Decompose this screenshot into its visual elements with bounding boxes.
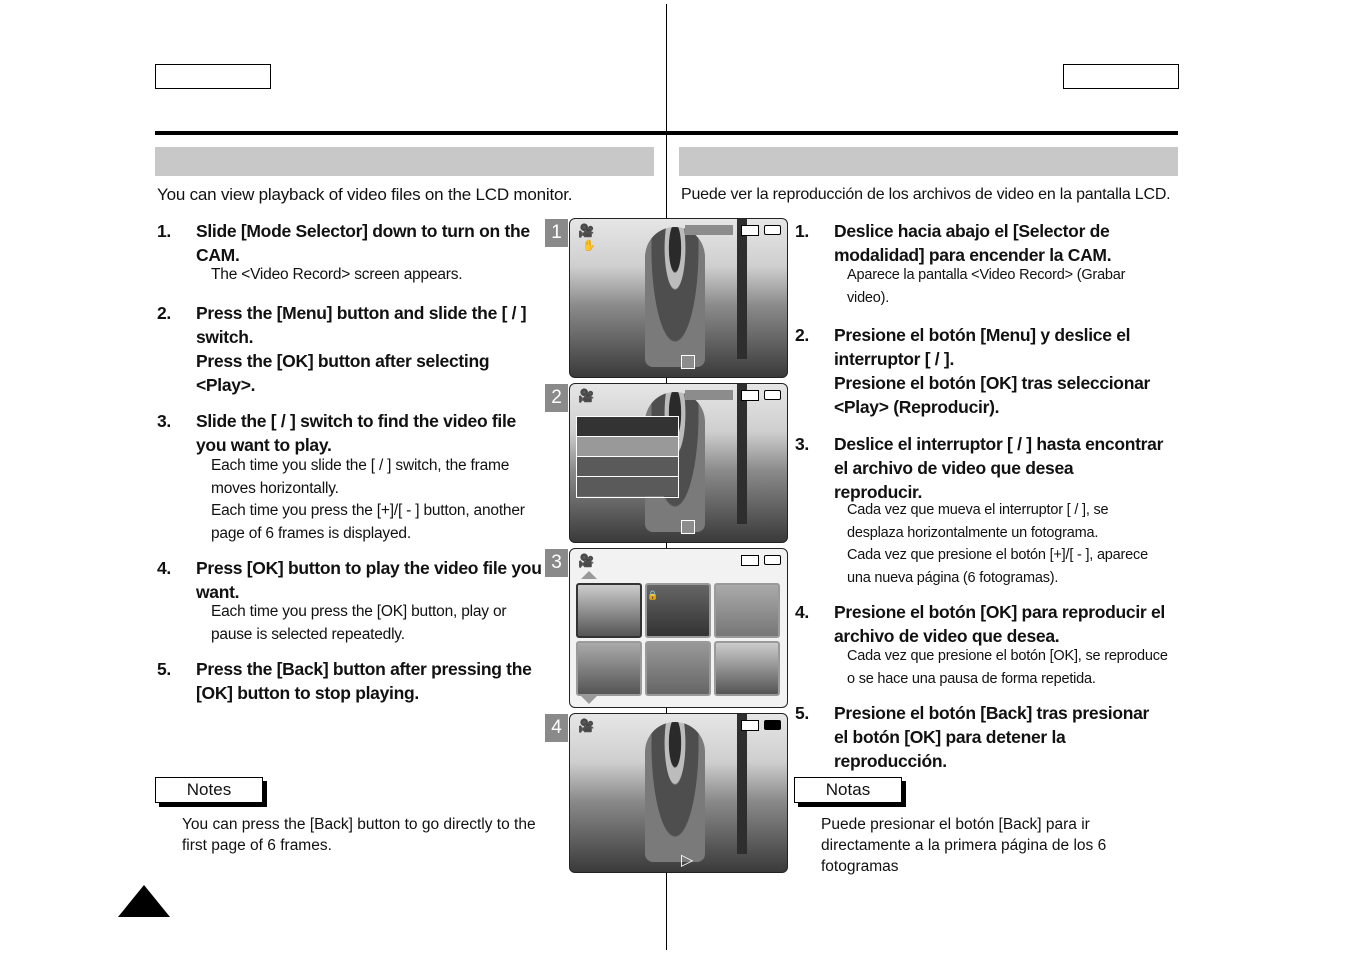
status-bar: [685, 390, 733, 400]
battery-icon: [764, 720, 781, 730]
lock-icon: 🔒: [647, 590, 659, 600]
step-num: 1.: [795, 221, 809, 241]
manual-page: You can view playback of video files on …: [0, 0, 1348, 954]
camcorder-icon: 🎥: [578, 223, 595, 238]
photo-tree: [737, 219, 747, 359]
step-text: Presione el botón [OK] tras seleccionar …: [834, 373, 1151, 417]
step-sub: Cada vez que mueva el interruptor [ / ],…: [847, 502, 1109, 541]
step-sub: Each time you slide the [ / ] switch, th…: [211, 457, 510, 497]
section-bar-left: [155, 147, 654, 176]
screen-badge: 2: [545, 384, 568, 412]
play-icon: ▷: [681, 852, 694, 869]
step-num: 5.: [795, 703, 809, 723]
thumbnail[interactable]: [714, 641, 780, 696]
step-num: 3.: [157, 411, 171, 431]
step-num: 1.: [157, 221, 171, 241]
header-box-left: [155, 64, 271, 89]
step-text: Press the [Menu] button and slide the [ …: [196, 303, 527, 347]
scroll-up-icon[interactable]: [581, 571, 597, 579]
intro-es: Puede ver la reproducción de los archivo…: [681, 186, 1171, 203]
stabilizer-icon: ✋: [582, 240, 596, 252]
step-num: 2.: [795, 325, 809, 345]
photo-tree: [737, 384, 747, 524]
thumbnail[interactable]: 🔒: [645, 583, 711, 638]
step-text: Presione el botón [Back] tras presionar …: [834, 703, 1150, 771]
step-sub: Cada vez que presione el botón [+]/[ - ]…: [847, 547, 1148, 586]
battery-icon: [764, 225, 781, 235]
step-text: Press the [OK] button after selecting <P…: [196, 351, 490, 395]
page-corner-triangle: [118, 885, 170, 917]
notes-text-es: Puede presionar el botón [Back] para ir …: [821, 816, 1107, 875]
photo-child: [645, 227, 705, 367]
header-box-right: [1063, 64, 1179, 89]
lcd-screen-3: 🎥 🔒: [569, 548, 788, 708]
screen-badge: 3: [545, 549, 568, 577]
step-text: Slide [Mode Selector] down to turn on th…: [196, 221, 530, 265]
lcd-screen-2: 🎥: [569, 383, 788, 543]
status-bar: [685, 225, 733, 235]
notes-text-en: You can press the [Back] button to go di…: [182, 816, 536, 854]
memory-card-icon: [741, 555, 759, 566]
thumbnail[interactable]: [645, 641, 711, 696]
memory-card-icon: [741, 390, 759, 401]
step-text: Deslice el interruptor [ / ] hasta encon…: [834, 434, 1164, 502]
menu-item[interactable]: [577, 477, 678, 496]
intro-en: You can view playback of video files on …: [157, 185, 573, 204]
step-text: Press [OK] button to play the video file…: [196, 558, 542, 602]
step-num: 5.: [157, 659, 171, 679]
step-num: 4.: [795, 602, 809, 622]
step-sub: Cada vez que presione el botón [OK], se …: [847, 648, 1168, 687]
screen-badge: 1: [545, 219, 568, 247]
thumbnail-grid: 🔒: [576, 583, 780, 696]
step-num: 2.: [157, 303, 171, 323]
notes-label-en: Notes: [155, 777, 263, 803]
battery-icon: [764, 555, 781, 565]
step-text: Deslice hacia abajo el [Selector de moda…: [834, 221, 1112, 265]
camcorder-icon: 🎥: [578, 718, 595, 733]
thumbnail[interactable]: [576, 583, 642, 638]
mode-menu[interactable]: [576, 416, 679, 498]
scroll-down-icon[interactable]: [581, 696, 597, 704]
lcd-screen-4: 🎥 ▷: [569, 713, 788, 873]
memory-card-icon: [741, 225, 759, 236]
record-indicator: [681, 520, 695, 534]
step-text: Presione el botón [OK] para reproducir e…: [834, 602, 1165, 646]
step-sub: Each time you press the [OK] button, pla…: [211, 603, 507, 643]
step-num: 4.: [157, 558, 171, 578]
step-sub: Aparece la pantalla <Video Record> (Grab…: [847, 267, 1126, 306]
thumbnail[interactable]: [714, 583, 780, 638]
step-sub: Each time you press the [+]/[ - ] button…: [211, 502, 525, 542]
step-text: Slide the [ / ] switch to find the video…: [196, 411, 516, 455]
step-num: 3.: [795, 434, 809, 454]
menu-item[interactable]: [577, 417, 678, 437]
menu-item[interactable]: [577, 457, 678, 477]
step-text: Presione el botón [Menu] y deslice el in…: [834, 325, 1131, 369]
screen-badge: 4: [545, 714, 568, 742]
thumbnail[interactable]: [576, 641, 642, 696]
memory-card-icon: [741, 720, 759, 731]
menu-item[interactable]: [577, 437, 678, 457]
step-text: Press the [Back] button after pressing t…: [196, 659, 532, 703]
battery-icon: [764, 390, 781, 400]
step-sub: The <Video Record> screen appears.: [211, 266, 463, 283]
section-bar-right: [679, 147, 1178, 176]
lcd-screen-1: 🎥 ✋: [569, 218, 788, 378]
top-rule: [155, 131, 1178, 135]
record-indicator: [681, 355, 695, 369]
camcorder-icon: 🎥: [578, 388, 595, 403]
camcorder-icon: 🎥: [578, 553, 595, 568]
photo-child: [645, 722, 705, 862]
notes-label-es: Notas: [794, 777, 902, 803]
photo-tree: [737, 714, 747, 854]
